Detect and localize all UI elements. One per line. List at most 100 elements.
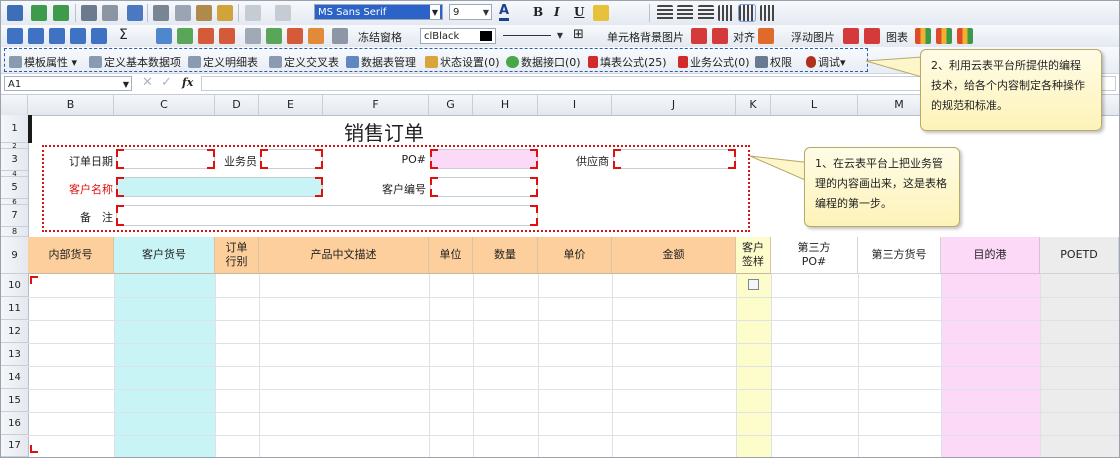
- row-header[interactable]: 7: [1, 205, 28, 227]
- distribute-icon[interactable]: [738, 4, 756, 22]
- table-red-alt-icon[interactable]: [219, 28, 235, 44]
- sum-button[interactable]: Σ: [119, 27, 128, 43]
- row-header[interactable]: 13: [1, 343, 28, 366]
- column-header[interactable]: L: [771, 95, 858, 115]
- customer-sample-checkbox[interactable]: [748, 279, 759, 290]
- remark-field[interactable]: [116, 205, 538, 226]
- debug-button[interactable]: 调试▾: [806, 54, 846, 70]
- fill-color-icon[interactable]: [593, 5, 609, 21]
- import-excel-icon[interactable]: [53, 5, 69, 21]
- redo-icon[interactable]: [275, 5, 291, 21]
- define-basic-data-button[interactable]: 定义基本数据项: [89, 54, 181, 70]
- page-add-icon[interactable]: [266, 28, 282, 44]
- align-right-icon[interactable]: [698, 5, 714, 21]
- customer-name-field[interactable]: [116, 177, 323, 197]
- insert-image-icon[interactable]: [156, 28, 172, 44]
- row-header[interactable]: 5: [1, 177, 28, 199]
- line-style-select[interactable]: ▼: [501, 28, 565, 44]
- fill-formula-button[interactable]: 填表公式(25): [588, 54, 667, 70]
- define-cross-table-button[interactable]: 定义交叉表: [269, 54, 339, 70]
- border-icon[interactable]: ⊞: [573, 27, 584, 42]
- column-header[interactable]: B: [28, 95, 114, 115]
- print-icon[interactable]: [81, 5, 97, 21]
- print-preview-icon[interactable]: [102, 5, 118, 21]
- column-header[interactable]: F: [323, 95, 429, 115]
- row-header[interactable]: 14: [1, 366, 28, 389]
- table-red-icon[interactable]: [198, 28, 214, 44]
- supplier-field[interactable]: [613, 149, 736, 169]
- merge-cells-icon[interactable]: [70, 28, 86, 44]
- column-header[interactable]: E: [259, 95, 323, 115]
- exit-icon[interactable]: [127, 5, 143, 21]
- font-size-select[interactable]: 9 ▼: [449, 4, 492, 20]
- font-name-select[interactable]: MS Sans Serif ▼: [314, 4, 443, 20]
- po-field[interactable]: [430, 149, 538, 169]
- row-header[interactable]: 12: [1, 320, 28, 343]
- font-color-icon[interactable]: A: [499, 4, 510, 21]
- paste-icon[interactable]: [196, 5, 212, 21]
- row-header[interactable]: 1: [1, 115, 28, 143]
- column-header[interactable]: I: [538, 95, 612, 115]
- cancel-icon[interactable]: ✕: [142, 75, 153, 90]
- bar-chart-icon[interactable]: [915, 28, 931, 44]
- barcode-icon[interactable]: [332, 28, 348, 44]
- split-cells-icon[interactable]: [91, 28, 107, 44]
- italic-button[interactable]: I: [554, 5, 560, 19]
- align-center-icon[interactable]: [677, 5, 693, 21]
- page-settings-icon[interactable]: [308, 28, 324, 44]
- flag-alt-icon[interactable]: [712, 28, 728, 44]
- page-delete-icon[interactable]: [287, 28, 303, 44]
- color-select[interactable]: clBlack: [420, 28, 496, 44]
- flag-icon[interactable]: [691, 28, 707, 44]
- row-header[interactable]: 3: [1, 149, 28, 171]
- undo-icon[interactable]: [245, 5, 261, 21]
- freeze-panes-button[interactable]: 冻结窗格: [358, 29, 402, 45]
- order-date-field[interactable]: [116, 149, 215, 169]
- row-header[interactable]: 10: [1, 274, 28, 297]
- underline-button[interactable]: U: [574, 5, 584, 19]
- row-header[interactable]: 11: [1, 297, 28, 320]
- confirm-icon[interactable]: ✓: [161, 75, 172, 90]
- insert-object-icon[interactable]: [177, 28, 193, 44]
- align-menu-icon[interactable]: [758, 28, 774, 44]
- function-icon[interactable]: fx: [182, 76, 193, 89]
- cell-reference-box[interactable]: A1 ▼: [4, 76, 132, 91]
- float-image-button[interactable]: 浮动图片: [791, 29, 835, 45]
- bar-chart-third-icon[interactable]: [957, 28, 973, 44]
- row-header[interactable]: 17: [1, 435, 28, 457]
- permissions-button[interactable]: 权限: [755, 54, 792, 70]
- vertical-align-icon[interactable]: [760, 5, 776, 21]
- template-properties-button[interactable]: 模板属性 ▾: [9, 54, 77, 70]
- copy-icon[interactable]: [175, 5, 191, 21]
- insert-row-icon[interactable]: [28, 28, 44, 44]
- column-header[interactable]: G: [429, 95, 473, 115]
- export-excel-icon[interactable]: [31, 5, 47, 21]
- column-header[interactable]: J: [612, 95, 736, 115]
- select-all-corner[interactable]: [1, 95, 28, 115]
- row-header[interactable]: 9: [1, 237, 28, 274]
- insert-column-icon[interactable]: [49, 28, 65, 44]
- define-detail-table-button[interactable]: 定义明细表: [188, 54, 258, 70]
- row-header[interactable]: 15: [1, 389, 28, 412]
- row-header[interactable]: 16: [1, 412, 28, 435]
- column-header[interactable]: H: [473, 95, 538, 115]
- customer-number-field[interactable]: [430, 177, 538, 197]
- grid-icon[interactable]: [7, 28, 23, 44]
- data-table-manage-button[interactable]: 数据表管理: [346, 54, 416, 70]
- business-formula-button[interactable]: 业务公式(0): [678, 54, 750, 70]
- format-painter-icon[interactable]: [217, 5, 233, 21]
- salesman-field[interactable]: [260, 149, 323, 169]
- image-red-icon[interactable]: [843, 28, 859, 44]
- page-icon[interactable]: [245, 28, 261, 44]
- bold-button[interactable]: B: [533, 5, 543, 19]
- status-settings-button[interactable]: 状态设置(0): [425, 54, 500, 70]
- column-header[interactable]: K: [736, 95, 771, 115]
- column-header[interactable]: D: [215, 95, 259, 115]
- save-icon[interactable]: [7, 5, 23, 21]
- data-interface-button[interactable]: 数据接口(0): [506, 54, 581, 70]
- align-left-icon[interactable]: [657, 5, 673, 21]
- image-red-alt-icon[interactable]: [864, 28, 880, 44]
- cell-background-image-button[interactable]: 单元格背景图片: [607, 29, 684, 45]
- chart-button[interactable]: 图表: [886, 29, 908, 45]
- row-header[interactable]: 8: [1, 227, 28, 237]
